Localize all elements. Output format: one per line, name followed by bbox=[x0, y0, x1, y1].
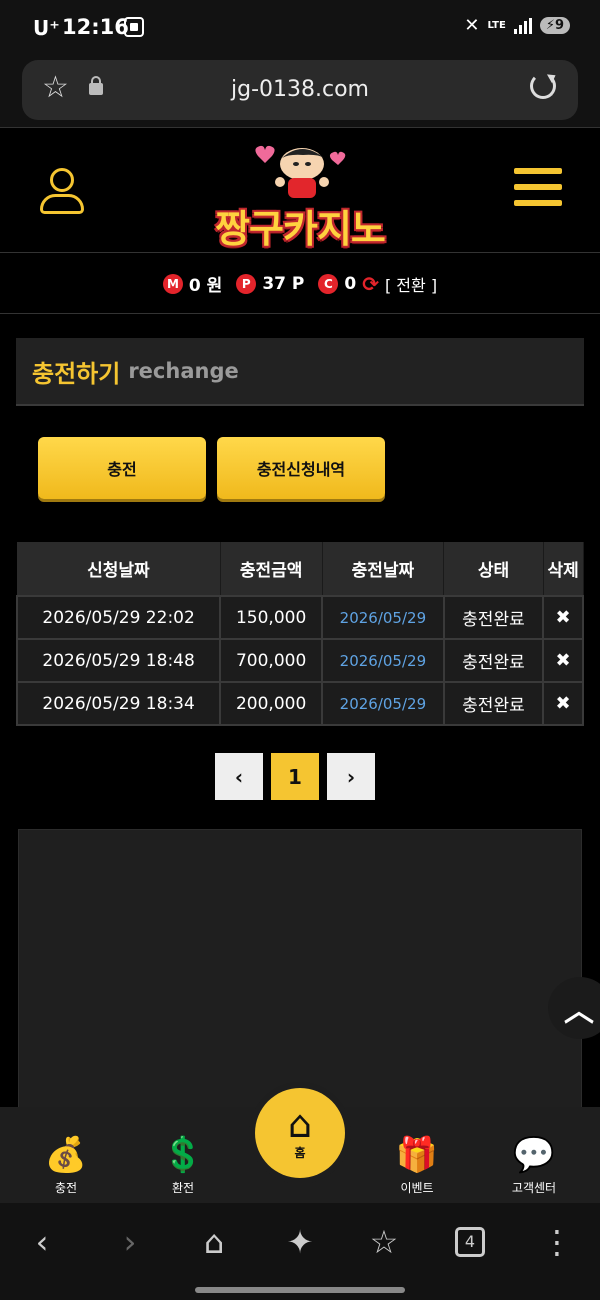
delete-icon[interactable]: ✖ bbox=[542, 595, 584, 640]
address-bar[interactable]: ☆ jg-0138.com bbox=[22, 60, 578, 120]
table-row: 2026/05/29 22:02 150,000 2026/05/29 충전완료… bbox=[15, 595, 584, 640]
page-title-korean: 충전하기 bbox=[32, 359, 121, 388]
nav-exchange[interactable]: 💲 환전 bbox=[143, 1135, 223, 1196]
nav-charge-label: 충전 bbox=[54, 1181, 78, 1195]
gesture-bar[interactable] bbox=[195, 1287, 405, 1293]
bookmarks-icon[interactable]: ☆ bbox=[364, 1223, 404, 1261]
convert-button[interactable]: [ 전환 ] bbox=[385, 272, 437, 296]
logo-character-icon bbox=[255, 145, 346, 198]
amount-cell: 200,000 bbox=[219, 681, 324, 726]
nav-home-button[interactable]: ⌂ 홈 bbox=[255, 1088, 345, 1178]
mute-icon: ✕ bbox=[464, 15, 480, 36]
table-row: 2026/05/29 18:34 200,000 2026/05/29 충전완료… bbox=[15, 681, 584, 726]
site-logo[interactable]: 짱구카지노 bbox=[200, 136, 400, 251]
home-icon: ⌂ bbox=[287, 1102, 313, 1146]
request-date-cell: 2026/05/29 22:02 bbox=[15, 595, 222, 640]
charge-date-cell: 2026/05/29 bbox=[321, 638, 445, 683]
site-header: 짱구카지노 bbox=[0, 127, 600, 253]
money-balance: M 0 원 bbox=[162, 271, 223, 296]
nav-exchange-label: 환전 bbox=[171, 1181, 195, 1195]
browser-bottom-bar: ‹ › ⌂ ✦ ☆ 4 ⋮ bbox=[0, 1203, 600, 1300]
next-page-button[interactable]: › bbox=[327, 753, 375, 800]
point-badge: P bbox=[236, 273, 257, 294]
signal-icon bbox=[513, 17, 532, 34]
content-panel bbox=[18, 829, 582, 1119]
money-value: 0 원 bbox=[188, 276, 223, 296]
coin-badge: C bbox=[318, 273, 339, 294]
current-page-button[interactable]: 1 bbox=[271, 753, 319, 800]
status-icons: ✕ LTE ⚡9 bbox=[464, 15, 570, 36]
request-date-cell: 2026/05/29 18:34 bbox=[15, 681, 222, 726]
hand-money-icon: 💰 bbox=[44, 1135, 88, 1175]
table-header-row: 신청날짜 충전금액 충전날짜 상태 삭제 bbox=[17, 542, 584, 596]
nav-home-label: 홈 bbox=[294, 1146, 306, 1160]
nav-event-label: 이벤트 bbox=[400, 1181, 434, 1195]
prev-page-button[interactable]: ‹ bbox=[215, 753, 263, 800]
charge-date-cell: 2026/05/29 bbox=[321, 595, 445, 640]
forward-icon[interactable]: › bbox=[110, 1223, 150, 1261]
nav-support[interactable]: 💬 고객센터 bbox=[494, 1135, 574, 1196]
status-cell: 충전완료 bbox=[442, 638, 545, 683]
nav-support-label: 고객센터 bbox=[511, 1181, 557, 1195]
network-label: LTE bbox=[487, 19, 506, 31]
column-header-request-date: 신청날짜 bbox=[17, 542, 221, 596]
battery-icon: ⚡9 bbox=[539, 17, 570, 34]
user-icon[interactable] bbox=[40, 168, 84, 214]
request-date-cell: 2026/05/29 18:48 bbox=[15, 638, 222, 683]
convert-refresh-icon[interactable]: ⟳ bbox=[362, 272, 379, 296]
charge-history-button[interactable]: 충전신청내역 bbox=[217, 437, 385, 499]
delete-icon[interactable]: ✖ bbox=[542, 638, 584, 683]
delete-icon[interactable]: ✖ bbox=[542, 681, 584, 726]
point-balance: P 37 P bbox=[236, 273, 305, 294]
status-cell: 충전완료 bbox=[442, 681, 545, 726]
sparkle-icon[interactable]: ✦ bbox=[280, 1223, 320, 1261]
give-money-icon: 💲 bbox=[161, 1135, 205, 1175]
tabs-icon[interactable]: 4 bbox=[455, 1227, 485, 1257]
page-title: 충전하기 rechange bbox=[16, 338, 584, 406]
column-header-charge-date: 충전날짜 bbox=[322, 542, 445, 596]
hamburger-menu-icon[interactable] bbox=[514, 168, 562, 212]
nav-charge[interactable]: 💰 충전 bbox=[26, 1135, 106, 1196]
coin-value: 0 bbox=[344, 273, 357, 294]
charge-button[interactable]: 충전 bbox=[38, 437, 206, 499]
money-badge: M bbox=[162, 273, 183, 294]
battery-level: 9 bbox=[554, 18, 564, 33]
coin-balance: C 0 bbox=[318, 273, 357, 294]
screen-capture-icon bbox=[124, 17, 144, 37]
home-outline-icon[interactable]: ⌂ bbox=[194, 1223, 234, 1261]
status-bar: U⁺ 12:16 ✕ LTE ⚡9 bbox=[0, 0, 600, 55]
column-header-status: 상태 bbox=[443, 542, 544, 596]
column-header-amount: 충전금액 bbox=[220, 542, 323, 596]
clock-time: 12:16 bbox=[62, 15, 129, 39]
column-header-delete: 삭제 bbox=[543, 542, 584, 596]
page-title-english: rechange bbox=[128, 359, 239, 383]
table-row: 2026/05/29 18:48 700,000 2026/05/29 충전완료… bbox=[15, 638, 584, 683]
charge-history-table: 신청날짜 충전금액 충전날짜 상태 삭제 2026/05/29 22:02 15… bbox=[15, 542, 584, 726]
pagination: ‹ 1 › bbox=[215, 753, 375, 800]
back-icon[interactable]: ‹ bbox=[22, 1223, 62, 1261]
gift-icon: 🎁 bbox=[395, 1135, 439, 1175]
logo-text: 짱구카지노 bbox=[215, 207, 386, 251]
status-cell: 충전완료 bbox=[442, 595, 545, 640]
browser-toolbar: ☆ jg-0138.com bbox=[0, 55, 600, 127]
amount-cell: 700,000 bbox=[219, 638, 324, 683]
chat-support-icon: 💬 bbox=[512, 1135, 556, 1175]
url-text[interactable]: jg-0138.com bbox=[22, 77, 578, 102]
nav-event[interactable]: 🎁 이벤트 bbox=[377, 1135, 457, 1196]
reload-icon[interactable] bbox=[530, 73, 556, 99]
amount-cell: 150,000 bbox=[219, 595, 324, 640]
point-value: 37 P bbox=[262, 273, 305, 294]
wallet-summary: M 0 원 P 37 P C 0 ⟳ [ 전환 ] bbox=[0, 254, 600, 314]
charge-date-cell: 2026/05/29 bbox=[321, 681, 445, 726]
more-options-icon[interactable]: ⋮ bbox=[537, 1223, 577, 1261]
carrier-label: U⁺ bbox=[33, 16, 60, 40]
